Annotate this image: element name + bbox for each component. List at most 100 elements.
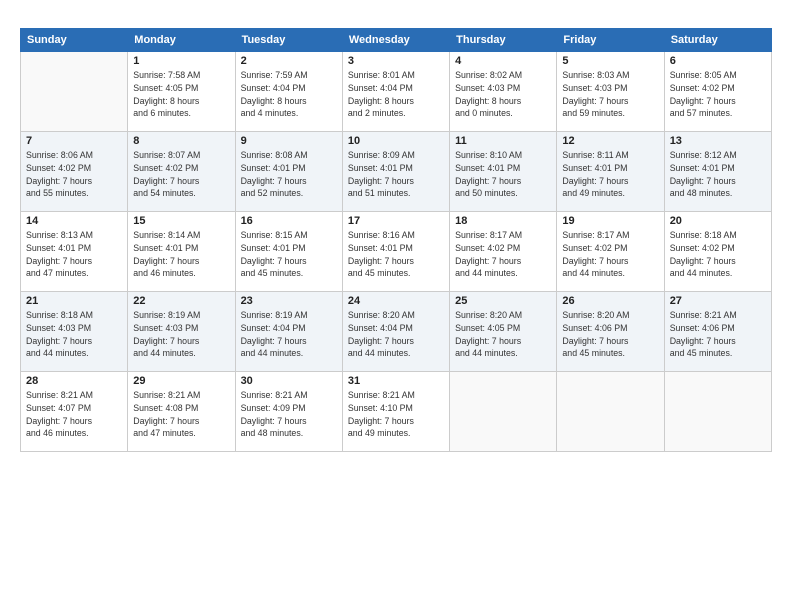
calendar-cell	[557, 372, 664, 452]
calendar-cell: 26 Sunrise: 8:20 AMSunset: 4:06 PMDayligh…	[557, 292, 664, 372]
day-number: 3	[348, 55, 444, 67]
calendar-header-friday: Friday	[557, 29, 664, 52]
day-number: 11	[455, 135, 551, 147]
day-number: 10	[348, 135, 444, 147]
day-info: Sunrise: 8:10 AMSunset: 4:01 PMDaylight:…	[455, 149, 551, 200]
day-number: 16	[241, 215, 337, 227]
day-info: Sunrise: 8:21 AMSunset: 4:08 PMDaylight:…	[133, 389, 229, 440]
day-number: 25	[455, 295, 551, 307]
day-info: Sunrise: 8:13 AMSunset: 4:01 PMDaylight:…	[26, 229, 122, 280]
calendar-cell: 5Sunrise: 8:03 AMSunset: 4:03 PMDaylight…	[557, 52, 664, 132]
calendar-week-row: 1 Sunrise: 7:58 AMSunset: 4:05 PMDaylight…	[21, 52, 772, 132]
calendar-cell: 16 Sunrise: 8:15 AMSunset: 4:01 PMDayligh…	[235, 212, 342, 292]
day-number: 22	[133, 295, 229, 307]
day-info: Sunrise: 8:02 AMSunset: 4:03 PMDaylight:…	[455, 69, 551, 120]
calendar-cell: 27 Sunrise: 8:21 AMSunset: 4:06 PMDayligh…	[664, 292, 771, 372]
calendar-cell: 9Sunrise: 8:08 AMSunset: 4:01 PMDaylight…	[235, 132, 342, 212]
calendar-week-row: 7 Sunrise: 8:06 AMSunset: 4:02 PMDaylight…	[21, 132, 772, 212]
day-info: Sunrise: 8:01 AMSunset: 4:04 PMDaylight:…	[348, 69, 444, 120]
page: General Blue SundayMondayTuesdayWednesda…	[0, 0, 792, 612]
calendar-header-row: SundayMondayTuesdayWednesdayThursdayFrid…	[21, 29, 772, 52]
calendar-week-row: 28 Sunrise: 8:21 AMSunset: 4:07 PMDayligh…	[21, 372, 772, 452]
day-number: 26	[562, 295, 658, 307]
calendar-cell: 21 Sunrise: 8:18 AMSunset: 4:03 PMDayligh…	[21, 292, 128, 372]
calendar-cell: 15 Sunrise: 8:14 AMSunset: 4:01 PMDayligh…	[128, 212, 235, 292]
calendar-cell: 6Sunrise: 8:05 AMSunset: 4:02 PMDaylight…	[664, 52, 771, 132]
calendar-header-wednesday: Wednesday	[342, 29, 449, 52]
day-info: Sunrise: 8:11 AMSunset: 4:01 PMDaylight:…	[562, 149, 658, 200]
calendar-week-row: 14 Sunrise: 8:13 AMSunset: 4:01 PMDayligh…	[21, 212, 772, 292]
day-info: Sunrise: 8:12 AMSunset: 4:01 PMDaylight:…	[670, 149, 766, 200]
calendar-header-sunday: Sunday	[21, 29, 128, 52]
day-number: 28	[26, 375, 122, 387]
calendar-cell: 11 Sunrise: 8:10 AMSunset: 4:01 PMDayligh…	[450, 132, 557, 212]
day-info: Sunrise: 8:17 AMSunset: 4:02 PMDaylight:…	[562, 229, 658, 280]
day-info: Sunrise: 8:20 AMSunset: 4:06 PMDaylight:…	[562, 309, 658, 360]
calendar-cell: 28 Sunrise: 8:21 AMSunset: 4:07 PMDayligh…	[21, 372, 128, 452]
calendar-cell	[21, 52, 128, 132]
calendar-cell: 14 Sunrise: 8:13 AMSunset: 4:01 PMDayligh…	[21, 212, 128, 292]
calendar-cell: 29 Sunrise: 8:21 AMSunset: 4:08 PMDayligh…	[128, 372, 235, 452]
day-info: Sunrise: 8:05 AMSunset: 4:02 PMDaylight:…	[670, 69, 766, 120]
calendar-cell: 10 Sunrise: 8:09 AMSunset: 4:01 PMDayligh…	[342, 132, 449, 212]
calendar-cell: 22 Sunrise: 8:19 AMSunset: 4:03 PMDayligh…	[128, 292, 235, 372]
calendar-cell: 25 Sunrise: 8:20 AMSunset: 4:05 PMDayligh…	[450, 292, 557, 372]
calendar-cell: 19 Sunrise: 8:17 AMSunset: 4:02 PMDayligh…	[557, 212, 664, 292]
day-info: Sunrise: 8:07 AMSunset: 4:02 PMDaylight:…	[133, 149, 229, 200]
day-info: Sunrise: 7:59 AMSunset: 4:04 PMDaylight:…	[241, 69, 337, 120]
calendar-cell: 20 Sunrise: 8:18 AMSunset: 4:02 PMDayligh…	[664, 212, 771, 292]
day-number: 18	[455, 215, 551, 227]
day-info: Sunrise: 8:18 AMSunset: 4:02 PMDaylight:…	[670, 229, 766, 280]
day-number: 19	[562, 215, 658, 227]
day-number: 20	[670, 215, 766, 227]
calendar-cell: 8 Sunrise: 8:07 AMSunset: 4:02 PMDaylight…	[128, 132, 235, 212]
calendar-cell: 13Sunrise: 8:12 AMSunset: 4:01 PMDayligh…	[664, 132, 771, 212]
calendar-cell: 18 Sunrise: 8:17 AMSunset: 4:02 PMDayligh…	[450, 212, 557, 292]
day-number: 23	[241, 295, 337, 307]
calendar-cell: 17Sunrise: 8:16 AMSunset: 4:01 PMDayligh…	[342, 212, 449, 292]
calendar-cell: 1 Sunrise: 7:58 AMSunset: 4:05 PMDaylight…	[128, 52, 235, 132]
day-info: Sunrise: 8:18 AMSunset: 4:03 PMDaylight:…	[26, 309, 122, 360]
day-info: Sunrise: 8:21 AMSunset: 4:10 PMDaylight:…	[348, 389, 444, 440]
day-number: 12	[562, 135, 658, 147]
day-number: 1	[133, 55, 229, 67]
day-number: 21	[26, 295, 122, 307]
calendar-cell: 31 Sunrise: 8:21 AMSunset: 4:10 PMDayligh…	[342, 372, 449, 452]
day-number: 24	[348, 295, 444, 307]
calendar-table: SundayMondayTuesdayWednesdayThursdayFrid…	[20, 28, 772, 452]
day-number: 15	[133, 215, 229, 227]
calendar-header-monday: Monday	[128, 29, 235, 52]
calendar-cell: 2 Sunrise: 7:59 AMSunset: 4:04 PMDaylight…	[235, 52, 342, 132]
calendar-cell: 4 Sunrise: 8:02 AMSunset: 4:03 PMDaylight…	[450, 52, 557, 132]
day-number: 14	[26, 215, 122, 227]
day-info: Sunrise: 7:58 AMSunset: 4:05 PMDaylight:…	[133, 69, 229, 120]
day-number: 4	[455, 55, 551, 67]
calendar-cell: 24 Sunrise: 8:20 AMSunset: 4:04 PMDayligh…	[342, 292, 449, 372]
day-number: 8	[133, 135, 229, 147]
day-info: Sunrise: 8:21 AMSunset: 4:06 PMDaylight:…	[670, 309, 766, 360]
day-info: Sunrise: 8:14 AMSunset: 4:01 PMDaylight:…	[133, 229, 229, 280]
calendar-cell	[450, 372, 557, 452]
day-info: Sunrise: 8:20 AMSunset: 4:05 PMDaylight:…	[455, 309, 551, 360]
day-number: 30	[241, 375, 337, 387]
calendar-week-row: 21 Sunrise: 8:18 AMSunset: 4:03 PMDayligh…	[21, 292, 772, 372]
day-number: 29	[133, 375, 229, 387]
day-number: 2	[241, 55, 337, 67]
day-info: Sunrise: 8:15 AMSunset: 4:01 PMDaylight:…	[241, 229, 337, 280]
day-info: Sunrise: 8:17 AMSunset: 4:02 PMDaylight:…	[455, 229, 551, 280]
calendar-cell: 12 Sunrise: 8:11 AMSunset: 4:01 PMDayligh…	[557, 132, 664, 212]
calendar-cell: 23Sunrise: 8:19 AMSunset: 4:04 PMDayligh…	[235, 292, 342, 372]
calendar-header-thursday: Thursday	[450, 29, 557, 52]
day-number: 7	[26, 135, 122, 147]
calendar-cell	[664, 372, 771, 452]
day-info: Sunrise: 8:20 AMSunset: 4:04 PMDaylight:…	[348, 309, 444, 360]
day-info: Sunrise: 8:06 AMSunset: 4:02 PMDaylight:…	[26, 149, 122, 200]
day-info: Sunrise: 8:08 AMSunset: 4:01 PMDaylight:…	[241, 149, 337, 200]
day-info: Sunrise: 8:21 AMSunset: 4:07 PMDaylight:…	[26, 389, 122, 440]
day-number: 31	[348, 375, 444, 387]
day-info: Sunrise: 8:21 AMSunset: 4:09 PMDaylight:…	[241, 389, 337, 440]
day-number: 27	[670, 295, 766, 307]
day-info: Sunrise: 8:19 AMSunset: 4:03 PMDaylight:…	[133, 309, 229, 360]
day-info: Sunrise: 8:09 AMSunset: 4:01 PMDaylight:…	[348, 149, 444, 200]
day-info: Sunrise: 8:03 AMSunset: 4:03 PMDaylight:…	[562, 69, 658, 120]
